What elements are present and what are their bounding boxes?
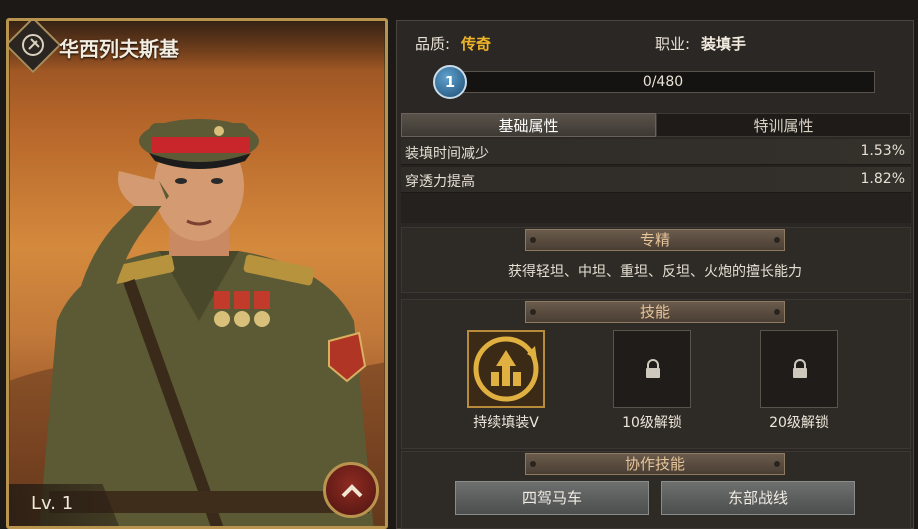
tab-basic-attributes[interactable]: 基础属性 — [401, 113, 656, 137]
coop-skill-button[interactable]: 东部战线 — [661, 481, 855, 515]
officer-details-panel: 品质: 传奇 职业: 装填手 0/480 1 基础属性 特训属性 装填时间减少 … — [396, 20, 914, 529]
specialty-description: 获得轻坦、中坦、重坦、反坦、火炮的擅长能力 — [508, 264, 802, 280]
tab-training-attributes[interactable]: 特训属性 — [656, 113, 911, 137]
officer-portrait — [9, 119, 385, 526]
quality-label: 品质: — [415, 35, 451, 53]
officer-card: 华西列夫斯基 Lv. 1 — [6, 18, 388, 529]
attribute-tabs: 基础属性 特训属性 — [401, 113, 911, 137]
star-count: 1 — [444, 73, 456, 91]
quality-value: 传奇 — [461, 35, 492, 53]
attribute-value: 1.53% — [860, 143, 905, 159]
chevron-up-icon — [341, 484, 363, 498]
skill-label: 20级解锁 — [769, 415, 829, 431]
attribute-row: 穿透力提高 1.82% — [401, 167, 911, 193]
attribute-name: 穿透力提高 — [405, 174, 475, 190]
attribute-list: 装填时间减少 1.53% 穿透力提高 1.82% — [401, 139, 911, 223]
lock-icon — [793, 359, 807, 378]
skill-label: 持续填装V — [473, 415, 539, 431]
experience-bar: 0/480 — [451, 71, 875, 93]
attribute-row: 装填时间减少 1.53% — [401, 139, 911, 165]
info-row: 品质: 传奇 职业: 装填手 — [397, 21, 913, 61]
star-rank-badge: 1 — [433, 65, 467, 99]
experience-text: 0/480 — [642, 74, 684, 90]
skill-slot-reload[interactable] — [467, 330, 545, 408]
specialty-title: 专精 — [525, 229, 785, 251]
officer-name: 华西列夫斯基 — [59, 37, 179, 61]
class-badge — [9, 21, 62, 74]
loader-class-icon — [22, 34, 44, 56]
skill-label: 10级解锁 — [622, 415, 682, 431]
coop-skill-button[interactable]: 四驾马车 — [455, 481, 649, 515]
attribute-name: 装填时间减少 — [405, 146, 489, 162]
class-value: 装填手 — [701, 35, 747, 53]
cooperation-title: 协作技能 — [525, 453, 785, 475]
officer-level: Lv. 1 — [31, 493, 74, 514]
upgrade-button[interactable] — [323, 462, 379, 518]
skill-slot-locked-20[interactable] — [760, 330, 838, 408]
reload-skill-icon — [473, 336, 539, 402]
skill-slot-locked-10[interactable] — [613, 330, 691, 408]
class-label: 职业: — [655, 35, 691, 53]
card-header: 华西列夫斯基 — [9, 21, 385, 74]
skills-title: 技能 — [525, 301, 785, 323]
lock-icon — [646, 359, 660, 378]
attribute-value: 1.82% — [860, 171, 905, 187]
